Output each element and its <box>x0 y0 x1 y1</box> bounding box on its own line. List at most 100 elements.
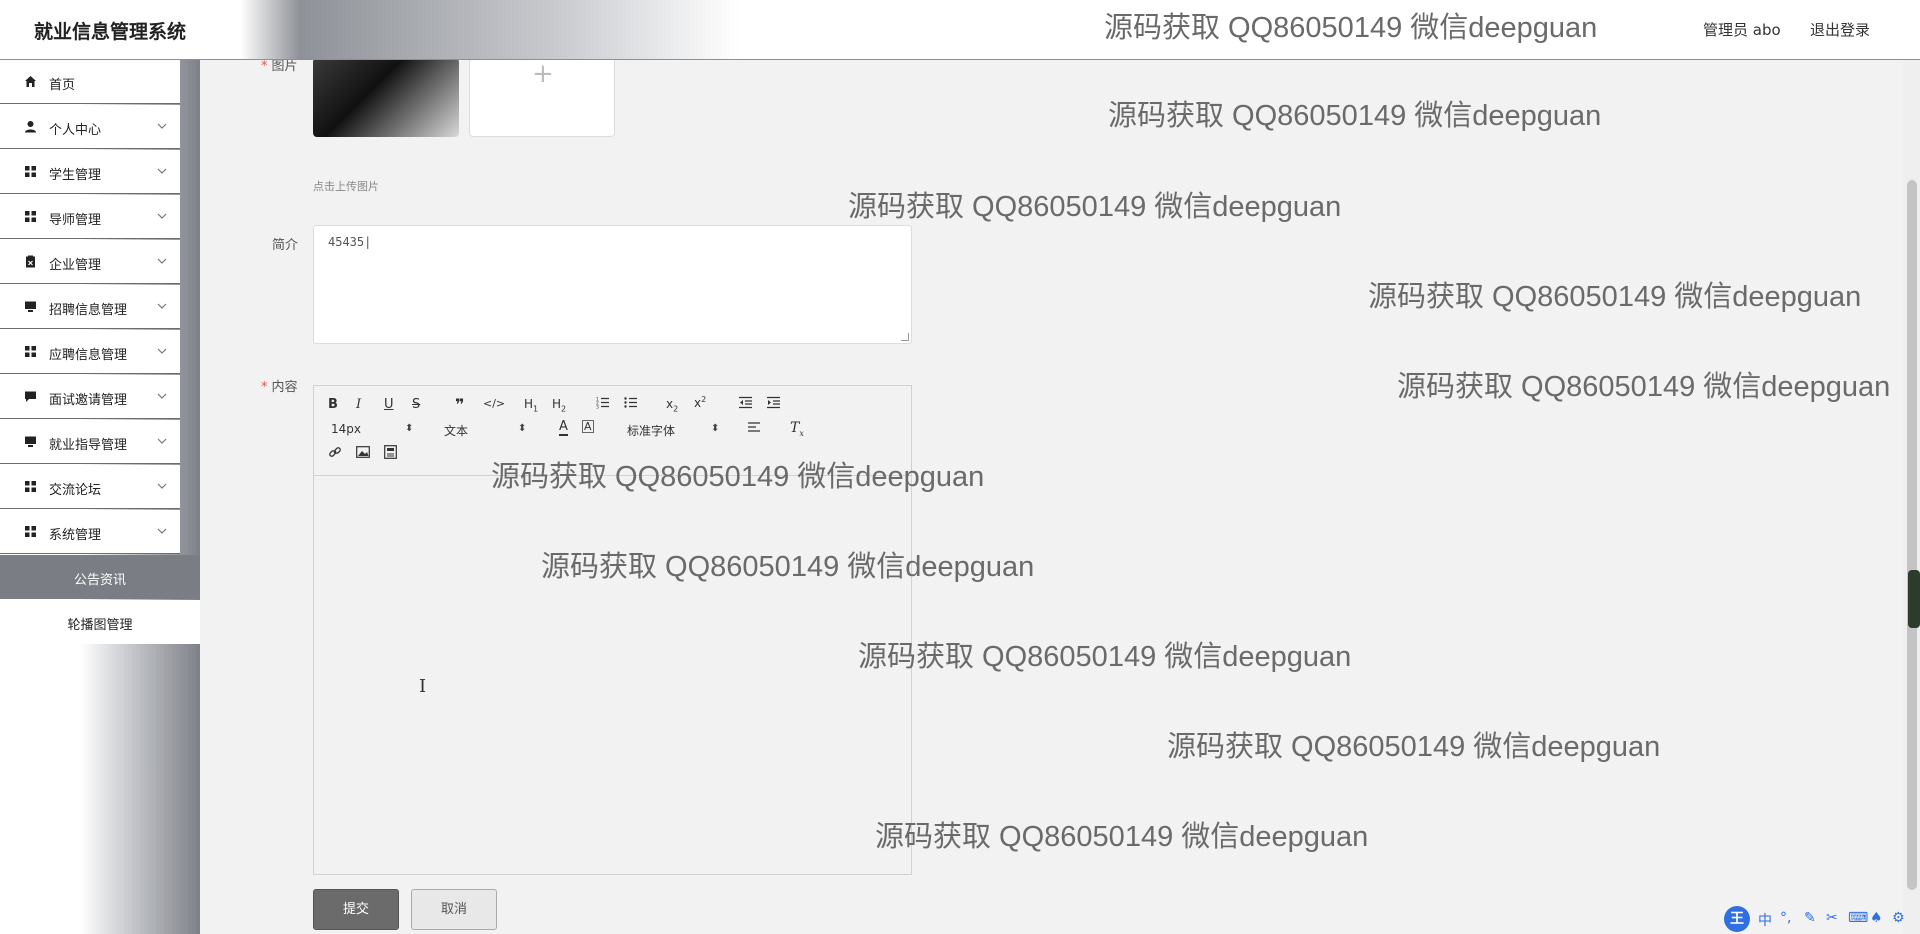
upload-hint: 点击上传图片 <box>313 180 379 193</box>
sidebar-item-system[interactable]: 系统管理 <box>0 510 180 554</box>
image-insert-icon[interactable] <box>356 446 370 462</box>
current-user: 管理员 abo <box>1703 21 1781 39</box>
sidebar-item-applications[interactable]: 应聘信息管理 <box>0 330 180 374</box>
bold-icon[interactable]: B <box>328 397 338 412</box>
logout-link[interactable]: 退出登录 <box>1810 19 1870 40</box>
sidebar-item-home[interactable]: 首页 <box>0 60 180 104</box>
chat-icon <box>24 390 37 403</box>
chevron-down-icon <box>157 391 167 401</box>
text-cursor: | <box>364 235 372 249</box>
grid-icon <box>24 345 37 358</box>
sidebar-item-interviews[interactable]: 面试邀请管理 <box>0 375 180 419</box>
ime-toolbar: 王 中 °, ✎ ✂ ⌨ ♠ ⚙ <box>1724 906 1920 932</box>
ime-logo-icon[interactable]: 王 <box>1724 906 1750 932</box>
indent-icon[interactable] <box>766 396 781 413</box>
cancel-button[interactable]: 取消 <box>411 889 497 930</box>
background-color-icon[interactable]: A <box>582 420 594 433</box>
required-mark: * <box>261 59 268 74</box>
gear-icon[interactable]: ⚙ <box>1892 910 1905 926</box>
select-arrows-icon: ⬍ <box>405 423 414 434</box>
ordered-list-icon[interactable]: 123 <box>596 396 610 413</box>
sidebar-subitem-label: 公告资讯 <box>73 573 126 588</box>
select-arrows-icon: ⬍ <box>518 423 527 434</box>
sidebar-subitem-announcements[interactable]: 公告资讯 <box>0 555 200 599</box>
sidebar-subitem-label: 轮播图管理 <box>67 618 133 633</box>
pen-icon[interactable]: ✎ <box>1804 910 1816 926</box>
code-block-icon[interactable]: </> <box>483 397 505 410</box>
sidebar-item-label: 导师管理 <box>49 213 102 228</box>
sidebar-item-label: 学生管理 <box>49 168 102 183</box>
sidebar-item-students[interactable]: 学生管理 <box>0 150 180 194</box>
chevron-down-icon <box>157 121 167 131</box>
heading-2-icon[interactable]: H2 <box>552 397 566 413</box>
chevron-down-icon <box>157 436 167 446</box>
content-field-label: * 内容 <box>261 376 298 395</box>
sidebar-item-label: 招聘信息管理 <box>49 303 128 318</box>
image-upload-button[interactable]: + <box>469 58 615 137</box>
sidebar-item-label: 系统管理 <box>49 528 102 543</box>
plus-icon: + <box>532 59 554 89</box>
sidebar-subitem-carousel[interactable]: 轮播图管理 <box>0 600 200 644</box>
text-cursor-icon: I <box>419 676 427 697</box>
font-size-select[interactable]: 14px <box>331 422 361 436</box>
font-color-icon[interactable]: A <box>559 420 568 436</box>
bullet-list-icon[interactable] <box>624 396 638 413</box>
top-header: 就业信息管理系统 管理员 abo 退出登录 <box>0 0 1920 60</box>
app-title: 就业信息管理系统 <box>34 21 187 43</box>
grid-icon <box>24 525 37 538</box>
sidebar-item-mentors[interactable]: 导师管理 <box>0 195 180 239</box>
sidebar: 首页 个人中心 学生管理 导师管理 企业管理 招聘信息管理 应聘信息管理 面试邀… <box>0 60 200 934</box>
intro-textarea[interactable]: 45435| <box>313 225 912 344</box>
heading-1-icon[interactable]: H1 <box>524 397 538 413</box>
link-icon[interactable] <box>328 445 342 463</box>
clear-format-icon[interactable]: Tx <box>790 420 804 438</box>
intro-textarea-value: 45435 <box>328 235 365 249</box>
sidebar-item-companies[interactable]: 企业管理 <box>0 240 180 284</box>
floating-side-tab[interactable] <box>1908 570 1920 628</box>
sidebar-item-personal-center[interactable]: 个人中心 <box>0 105 180 149</box>
superscript-icon[interactable]: x2 <box>694 395 706 410</box>
required-mark: * <box>261 380 268 395</box>
sidebar-item-label: 个人中心 <box>49 123 102 138</box>
scissors-icon[interactable]: ✂ <box>1826 910 1838 926</box>
sidebar-item-label: 面试邀请管理 <box>49 393 128 408</box>
sidebar-item-label: 交流论坛 <box>49 483 102 498</box>
text-type-select[interactable]: 文本 <box>444 422 468 439</box>
align-left-icon[interactable] <box>747 421 761 437</box>
resize-grip-icon[interactable] <box>901 333 909 341</box>
submit-button[interactable]: 提交 <box>313 889 399 930</box>
strikethrough-icon[interactable]: S <box>412 397 420 412</box>
video-insert-icon[interactable] <box>384 445 397 463</box>
grid-icon <box>24 210 37 223</box>
subscript-icon[interactable]: x2 <box>666 397 678 413</box>
sidebar-item-label: 应聘信息管理 <box>49 348 128 363</box>
italic-icon[interactable]: I <box>356 397 361 412</box>
underline-icon[interactable]: U <box>384 397 394 412</box>
sidebar-item-recruitment[interactable]: 招聘信息管理 <box>0 285 180 329</box>
monitor-icon <box>24 435 37 448</box>
shirt-icon[interactable]: ♠ <box>1870 910 1883 926</box>
punctuation-icon[interactable]: °, <box>1780 910 1791 926</box>
sidebar-item-label: 首页 <box>49 78 76 93</box>
uploaded-image-thumbnail[interactable] <box>313 58 459 137</box>
sidebar-item-label: 企业管理 <box>49 258 102 273</box>
scrollbar-thumb[interactable] <box>1907 180 1917 890</box>
keyboard-icon[interactable]: ⌨ <box>1848 910 1868 926</box>
sidebar-item-forum[interactable]: 交流论坛 <box>0 465 180 509</box>
rich-text-editor: B I U S ❞ </> H1 H2 123 x2 x2 14px ⬍ 文本 … <box>313 385 912 875</box>
outdent-icon[interactable] <box>738 396 753 413</box>
blockquote-icon[interactable]: ❞ <box>455 395 464 414</box>
vertical-scrollbar[interactable] <box>1903 60 1920 934</box>
clipboard-icon <box>24 255 37 268</box>
sidebar-item-label: 就业指导管理 <box>49 438 128 453</box>
chevron-down-icon <box>157 346 167 356</box>
content-label-text: 内容 <box>271 380 298 395</box>
svg-text:3: 3 <box>596 405 599 410</box>
ime-mode-toggle[interactable]: 中 <box>1758 910 1772 930</box>
intro-field-label: 简介 <box>272 238 299 253</box>
chevron-down-icon <box>157 166 167 176</box>
editor-content-area[interactable]: I <box>314 476 911 874</box>
chevron-down-icon <box>157 211 167 221</box>
sidebar-item-guidance[interactable]: 就业指导管理 <box>0 420 180 464</box>
font-family-select[interactable]: 标准字体 <box>627 422 675 439</box>
